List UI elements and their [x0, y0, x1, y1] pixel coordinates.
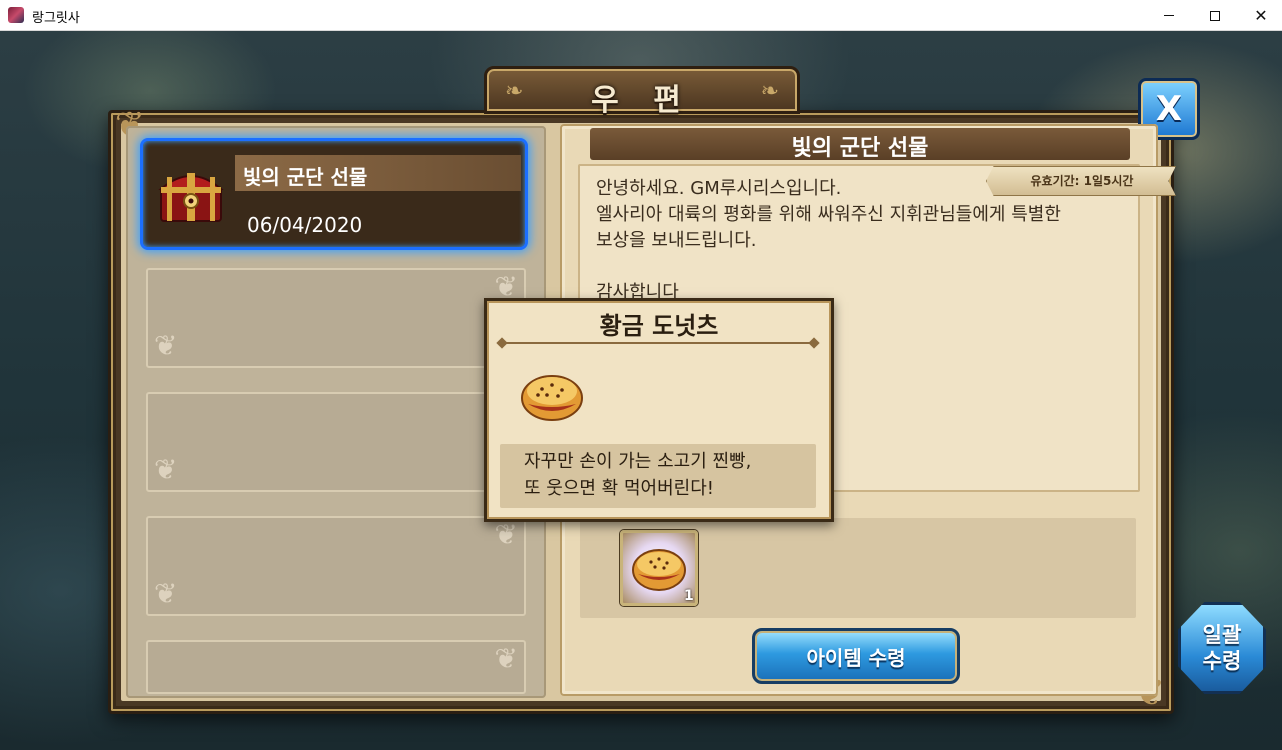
minimize-button[interactable] — [1146, 0, 1192, 31]
close-x-icon: X — [1155, 89, 1183, 129]
tooltip-divider — [500, 342, 816, 344]
mail-item-name: 빛의 군단 선물 — [243, 165, 368, 189]
window-title: 랑그릿사 — [32, 11, 80, 26]
scroll-ornament-icon: ❦ — [154, 453, 178, 486]
swirl-ornament-icon: ❧ — [760, 79, 779, 104]
scroll-ornament-icon: ❦ — [494, 642, 518, 675]
minimize-icon — [1164, 15, 1174, 16]
receive-item-label: 아이템 수령 — [806, 645, 906, 670]
mail-item-date: 06/04/2020 — [247, 213, 363, 237]
receive-item-button[interactable]: 아이템 수령 — [752, 628, 960, 684]
scroll-ornament-icon: ❦ — [494, 518, 518, 551]
app-icon — [8, 7, 24, 23]
reward-count: 1 — [684, 588, 694, 604]
page-title: 우 편 — [591, 83, 693, 118]
empty-mail-slot: ❦ ❦ — [146, 392, 526, 492]
bulk-receive-label: 일괄 수령 — [1202, 623, 1242, 673]
empty-mail-slot: ❦ ❦ — [146, 516, 526, 616]
maximize-button[interactable] — [1192, 0, 1238, 31]
treasure-chest-icon — [158, 173, 224, 222]
title-plaque: ❧ 우 편 ❧ — [484, 66, 800, 118]
scroll-ornament-icon: ❦ — [154, 329, 178, 362]
window-titlebar: 랑그릿사 ✕ — [0, 0, 1282, 31]
golden-donut-icon — [521, 375, 583, 421]
window-close-button[interactable]: ✕ — [1238, 0, 1282, 31]
message-title: 빛의 군단 선물 — [791, 136, 929, 161]
empty-mail-slot: ❦ — [146, 640, 526, 694]
mail-item-selected[interactable]: 빛의 군단 선물 06/04/2020 — [140, 138, 528, 250]
maximize-icon — [1210, 10, 1220, 21]
empty-mail-slot: ❦ ❦ — [146, 268, 526, 368]
close-icon: ✕ — [1254, 6, 1268, 25]
tooltip-description: 자꾸만 손이 가는 소고기 찐빵, 또 웃으면 확 먹어버린다! — [524, 451, 752, 499]
scroll-ornament-icon: ❦ — [154, 577, 178, 610]
expire-text: 유효기간: 1일5시간 — [1030, 174, 1134, 188]
tooltip-title: 황금 도넛츠 — [599, 312, 719, 340]
